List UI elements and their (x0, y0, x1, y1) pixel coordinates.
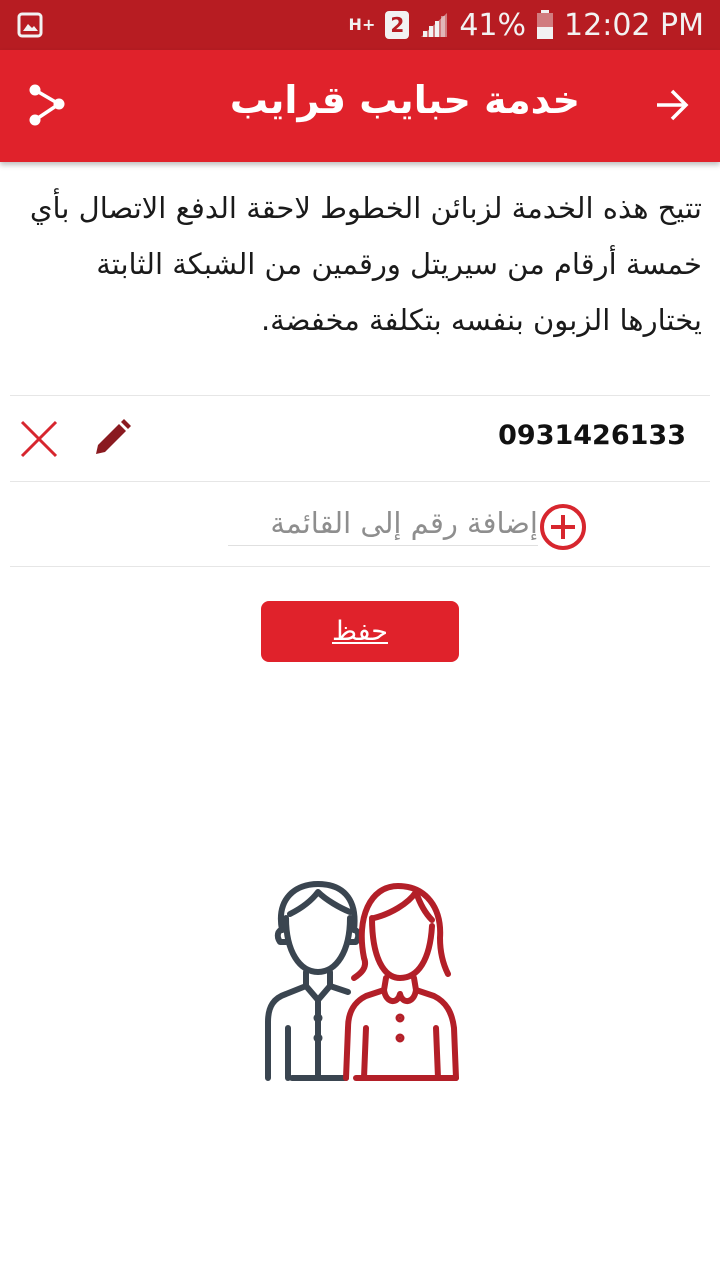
save-button[interactable]: حفظ (261, 601, 459, 662)
number-list-item: 0931426133 (10, 396, 710, 481)
signal-icon (419, 11, 449, 39)
back-arrow-icon[interactable] (654, 88, 690, 126)
gallery-icon (17, 12, 43, 42)
add-number-input[interactable] (228, 500, 538, 546)
battery-icon (536, 10, 554, 40)
couple-illustration (256, 878, 466, 1092)
page-title: خدمة حبايب قرايب (229, 78, 580, 122)
share-icon[interactable] (27, 84, 67, 132)
divider (10, 566, 710, 567)
phone-number: 0931426133 (498, 420, 686, 451)
sim-icon: 2 (385, 11, 410, 39)
edit-icon[interactable] (92, 418, 132, 462)
status-bar: H+ 2 41% 12:02 PM (0, 0, 720, 50)
battery-text: 41% (459, 7, 527, 43)
woman-figure (343, 883, 459, 1081)
delete-icon[interactable] (20, 420, 58, 462)
network-type-icon: H+ (348, 15, 376, 34)
add-circle-icon[interactable] (538, 502, 588, 556)
clock: 12:02 PM (564, 7, 704, 43)
add-number-row (10, 482, 710, 566)
app-bar: خدمة حبايب قرايب (0, 50, 720, 162)
service-description: تتيح هذه الخدمة لزبائن الخطوط لاحقة الدف… (29, 191, 702, 337)
